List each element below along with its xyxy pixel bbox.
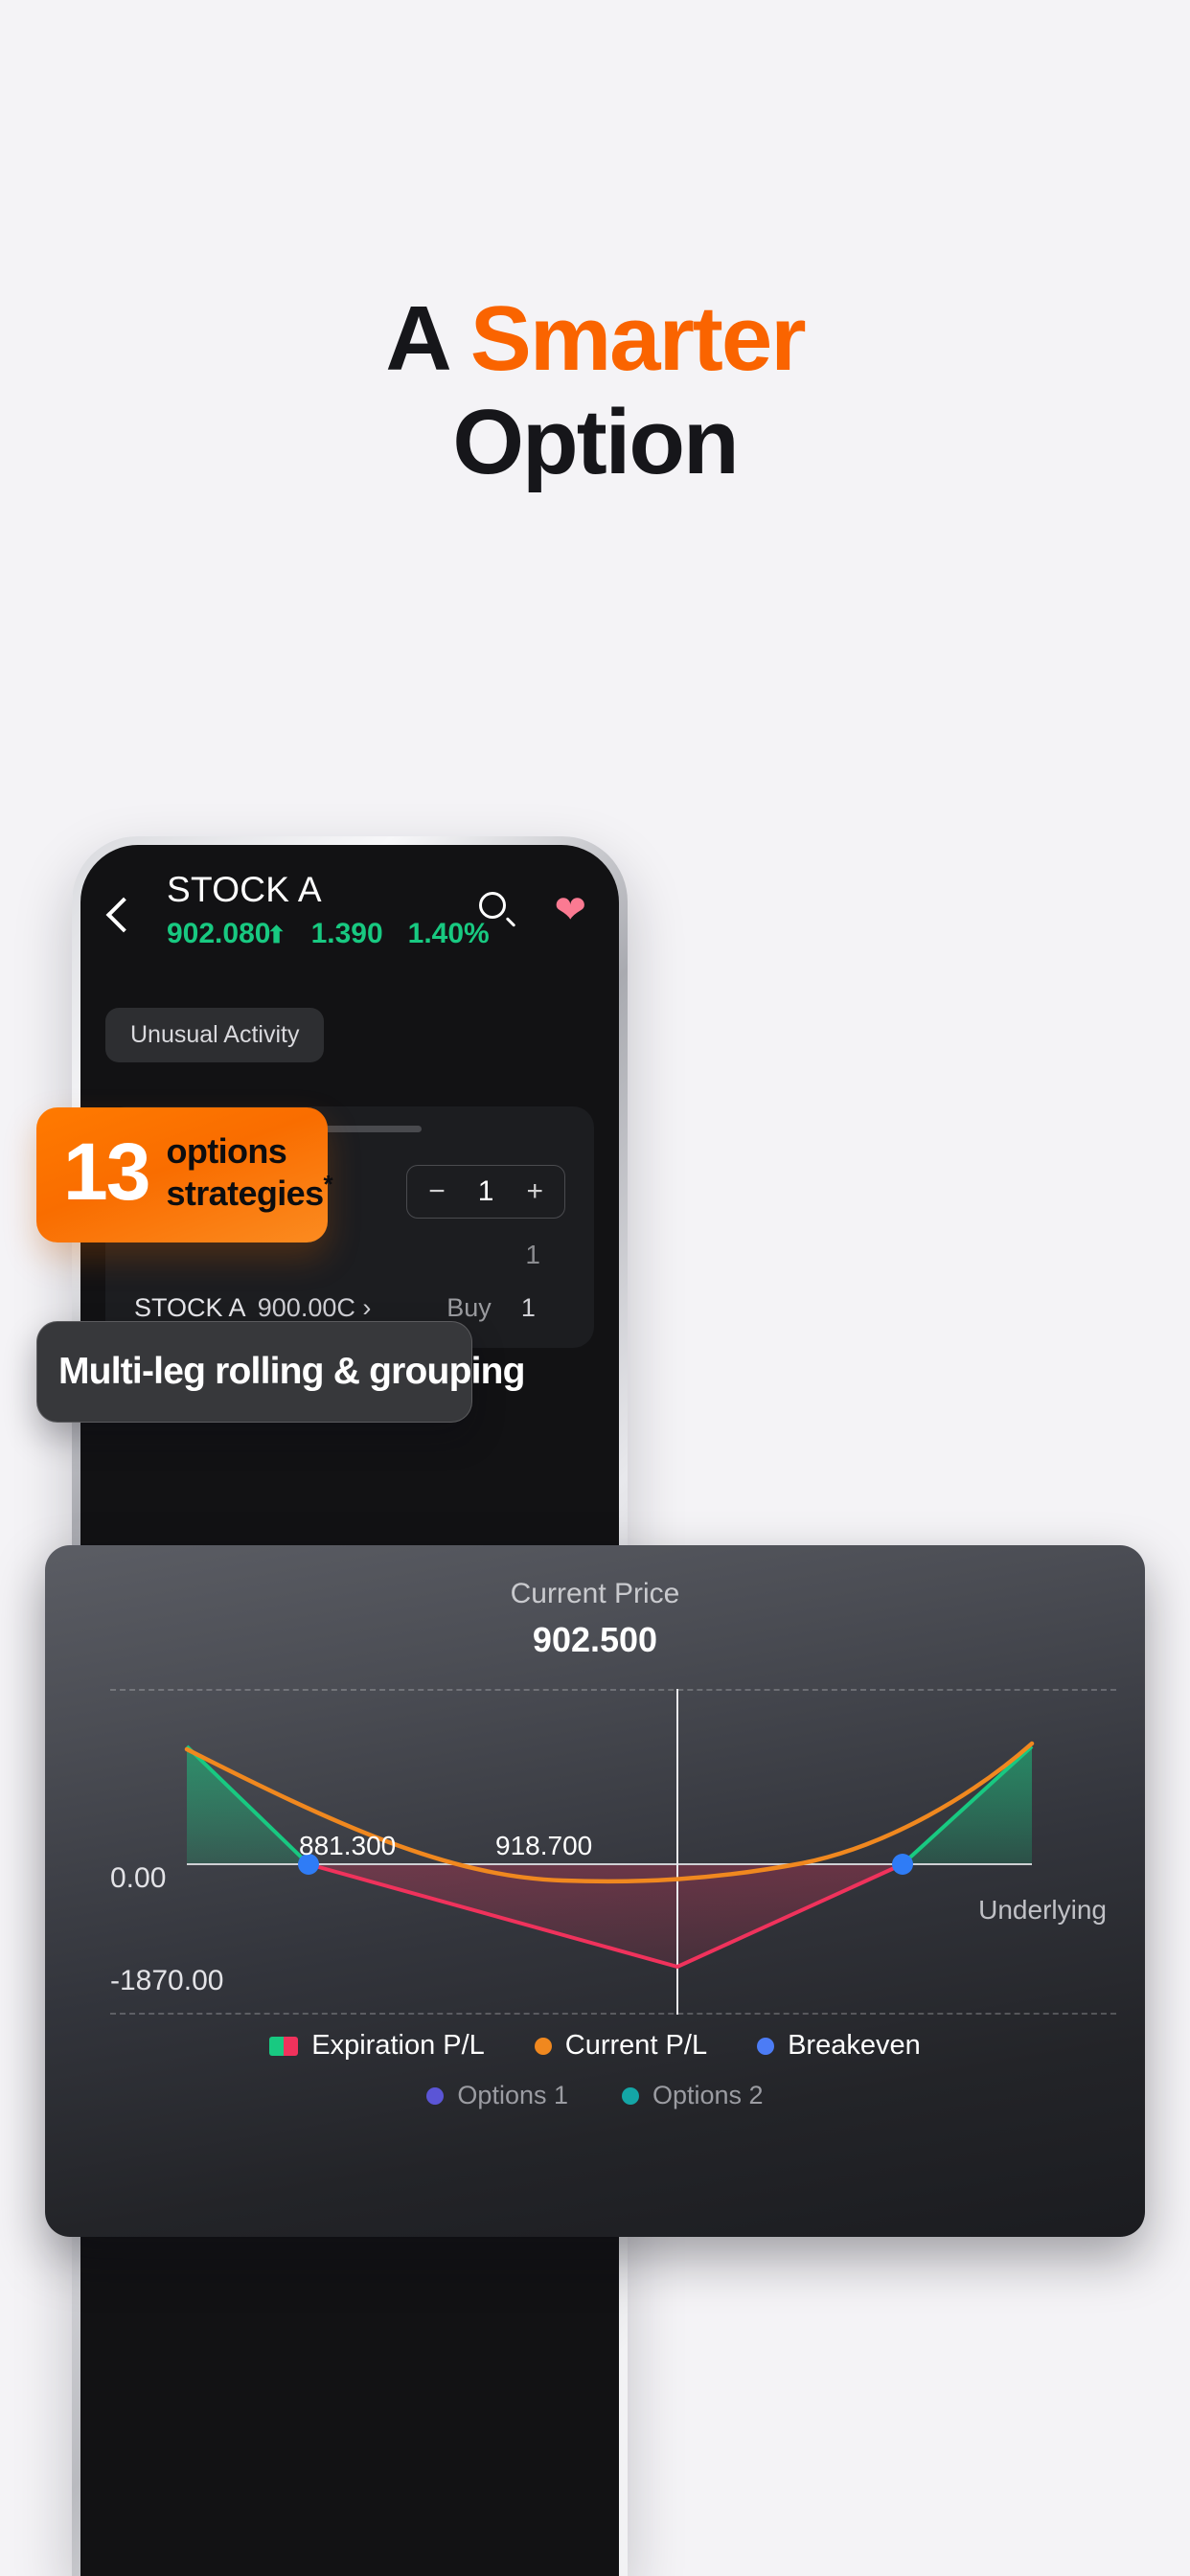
split-swatch-icon [269,2036,299,2056]
quote-change-percent: 1.40% [407,918,490,949]
leg-symbol: STOCK A [134,1293,246,1322]
symbol-title: STOCK A [167,870,322,909]
legend-item-options-1: Options 1 [426,2081,568,2110]
badge-multileg: Multi-leg rolling & grouping [36,1321,525,1423]
quote-price: 902.080⬆ [167,918,286,949]
legend-label: Breakeven [788,2030,921,2061]
legend-label: Options 1 [457,2081,568,2109]
tab-unusual-activity[interactable]: Unusual Activity [105,1008,325,1062]
badge-number: 13 [63,1127,150,1218]
headline-line2: Option [452,390,739,493]
chart-current-price: 902.500 [532,1620,658,1659]
pl-chart-card: Current Price 902.500 0.00 -1870.00 Unde… [45,1545,1145,2237]
badge-asterisk: * [323,1170,333,1199]
pl-plot: 0.00 -1870.00 Underlying 881.300 918.700 [45,1689,1145,2015]
leg-strike[interactable]: 900.00C › [258,1293,446,1323]
legend-item-current: Current P/L [534,2030,708,2062]
leg-quantity: 1 [520,1293,536,1322]
back-button-icon[interactable] [105,897,142,933]
chart-legend-secondary: Options 1 Options 2 [45,2081,1145,2110]
quote-row: 902.080⬆ 1.390 1.40% [167,918,490,950]
breakeven-dot-right [892,1854,913,1875]
badge-line2: strategies [166,1174,324,1214]
tab-chip-row: Unusual Activity [80,987,619,1062]
quantity-stepper[interactable]: − 1 + [406,1165,565,1219]
page-title: A Smarter Option [0,287,1190,493]
legend-label: Options 2 [652,2081,764,2109]
badge-options-strategies: 13 options strategies* [36,1107,333,1242]
legend-item-expiration: Expiration P/L [269,2030,485,2062]
badge-line1: options [166,1131,287,1171]
breakeven-left-label: 881.300 [299,1831,397,1860]
legend-label: Expiration P/L [311,2030,485,2061]
heart-icon[interactable]: ❤ [554,891,586,929]
chevron-right-icon: › [362,1293,372,1322]
decrement-button[interactable]: − [428,1175,446,1208]
legend-item-options-2: Options 2 [622,2081,764,2110]
quantity-value: 1 [477,1175,494,1207]
chart-title: Current Price [510,1578,680,1609]
up-arrow-icon: ⬆ [266,923,286,948]
dot-icon [757,2037,775,2055]
headline-line1-accent: Smarter [469,287,807,390]
legend-label: Current P/L [564,2030,708,2061]
quote-change: 1.390 [310,918,383,949]
header-actions: ❤ [479,891,586,929]
dot-icon [622,2086,639,2105]
chart-legend: Expiration P/L Current P/L Breakeven [45,2030,1145,2062]
y-axis-min-label: -1870.00 [110,1965,224,1996]
increment-button[interactable]: + [526,1175,543,1208]
search-icon[interactable] [479,892,516,928]
leg-side: Buy [446,1293,492,1322]
headline-line1-plain: A [385,287,470,390]
breakeven-right-label: 918.700 [495,1831,593,1860]
legend-item-breakeven: Breakeven [757,2030,921,2062]
dot-icon [534,2037,552,2055]
x-axis-label: Underlying [978,1895,1107,1925]
dot-icon [426,2086,445,2105]
y-axis-zero-label: 0.00 [110,1862,167,1894]
app-header: STOCK A 902.080⬆ 1.390 1.40% ❤ [80,845,619,987]
badge-text: options strategies* [166,1131,333,1214]
badge-text: Multi-leg rolling & grouping [58,1351,525,1392]
promo-screenshot: A Smarter Option STOCK A 902.080⬆ 1.390 … [0,0,1190,2576]
